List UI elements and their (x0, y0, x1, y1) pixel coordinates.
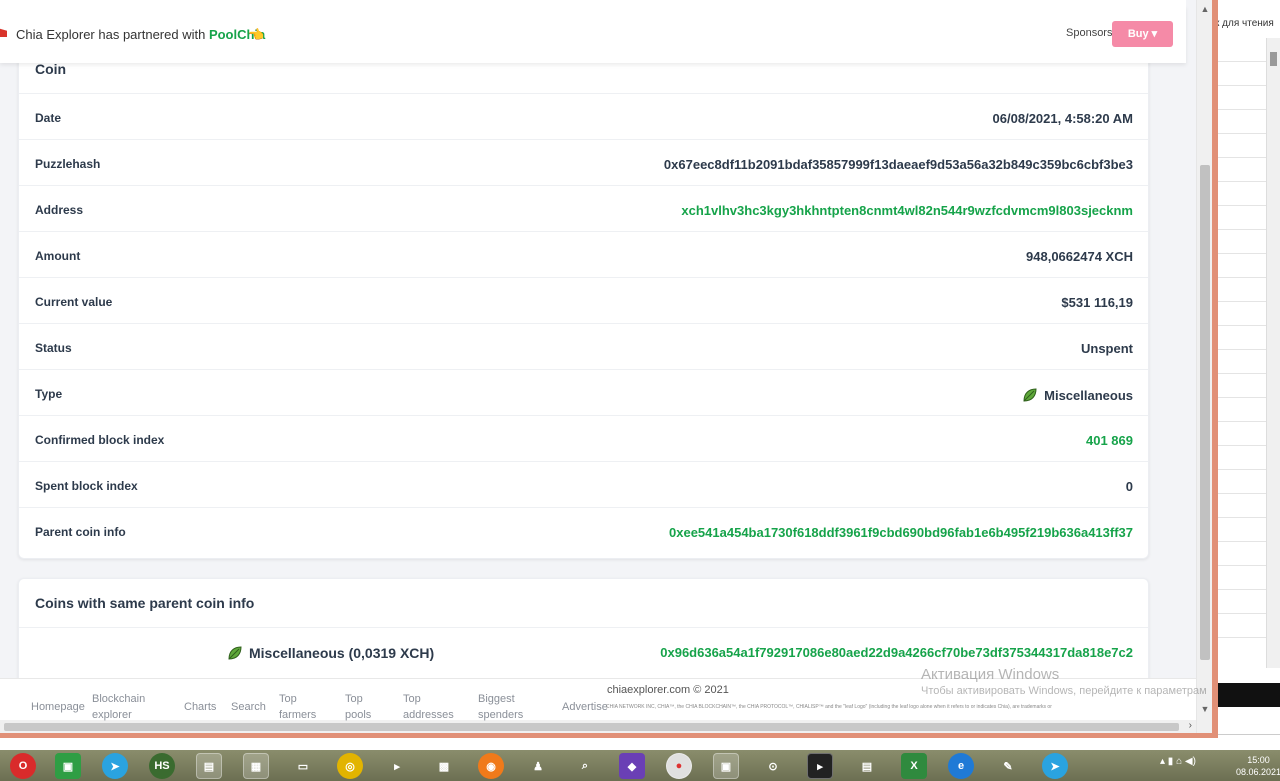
monitor-icon[interactable]: ▤ (854, 753, 880, 779)
footer-copyright: chiaexplorer.com © 2021 (607, 684, 729, 696)
row-label: Date (35, 111, 62, 125)
background-dark-bar (1212, 683, 1280, 707)
reading-mode-label: к для чтения (1213, 0, 1280, 38)
telegram-icon[interactable]: ➤ (1042, 753, 1068, 779)
cube-icon[interactable]: ◆ (619, 753, 645, 779)
chart-app-icon[interactable]: ▦ (243, 753, 269, 779)
row-label: Confirmed block index (35, 433, 165, 447)
background-scrollbar[interactable] (1266, 38, 1280, 668)
footer-link-top-addresses[interactable]: Top addresses (403, 691, 463, 723)
activation-title: Активация Windows (921, 666, 1060, 683)
system-tray[interactable]: ▴ ▮ ⌂ ◀) (1160, 756, 1196, 767)
clock-time: 15:00 (1247, 755, 1270, 765)
coin-card: Coin Date 06/08/2021, 4:58:20 AM Puzzleh… (18, 40, 1149, 559)
page-scrollbar[interactable]: ▲ ▼ (1196, 0, 1212, 733)
row-label: Type (35, 387, 63, 401)
parent-coin-link[interactable]: 0xee541a454ba1730f618ddf3961f9cbd690bd96… (669, 525, 1133, 540)
penguin-icon[interactable]: ♟ (525, 753, 551, 779)
address-link[interactable]: xch1vlhv3hc3kgy3hkhntpten8cnmt4wl82n544r… (681, 203, 1133, 218)
console-icon[interactable]: ▸ (807, 753, 833, 779)
row-label: Status (35, 341, 72, 355)
store-icon[interactable]: ▣ (55, 753, 81, 779)
footer-link-homepage[interactable]: Homepage (31, 699, 85, 715)
browser-window: Chia Explorer has partnered with PoolChi… (0, 0, 1218, 738)
row-label: Puzzlehash (35, 157, 101, 171)
clock-date: 08.06.2021 (1236, 767, 1280, 777)
coin-card-title: Coin (35, 61, 67, 77)
scroll-right-icon[interactable]: › (1189, 720, 1192, 731)
scroll-up-icon[interactable]: ▲ (1197, 4, 1212, 14)
partner-banner: Chia Explorer has partnered with PoolChi… (0, 0, 1186, 63)
row-type: Type Miscellaneous (19, 369, 1148, 415)
row-amount: Amount 948,0662474 XCH (19, 231, 1148, 277)
type-value: Miscellaneous (1044, 388, 1133, 403)
leaf-icon (228, 646, 242, 660)
taskbar-clock[interactable]: 15:00 08.06.2021 (1236, 754, 1280, 778)
footer-link-blockchain-explorer[interactable]: Blockchain explorer (92, 691, 156, 723)
window-app-icon[interactable]: ▭ (290, 753, 316, 779)
magnifier-icon[interactable]: ⊙ (760, 753, 786, 779)
horizontal-scrollbar-thumb[interactable] (4, 723, 1179, 731)
row-address: Address xch1vlhv3hc3kgy3hkhntpten8cnmt4w… (19, 185, 1148, 231)
footer-link-biggest-spenders[interactable]: Biggest spenders (478, 691, 534, 723)
same-parent-title: Coins with same parent coin info (35, 595, 255, 611)
pointing-hand-icon: 👈 (248, 27, 265, 42)
row-spent-block: Spent block index 0 (19, 461, 1148, 507)
row-confirmed-block: Confirmed block index 401 869 (19, 415, 1148, 461)
current-value-value: $531 116,19 (1061, 295, 1133, 310)
flag-icon (0, 28, 7, 37)
row-label: Address (35, 203, 84, 217)
status-value: Unspent (1081, 341, 1133, 356)
footer-legal: CHIA NETWORK INC, CHIA™, the CHIA BLOCKC… (606, 704, 1052, 710)
save-disk-icon[interactable]: ▤ (196, 753, 222, 779)
windows-activation-watermark: Активация Windows Чтобы активировать Win… (921, 666, 1207, 697)
row-puzzlehash: Puzzlehash 0x67eec8df11b2091bdaf35857999… (19, 139, 1148, 185)
network-app-icon[interactable]: ▩ (431, 753, 457, 779)
excel-icon[interactable]: X (901, 753, 927, 779)
search-app-icon[interactable]: ⌕ (572, 753, 598, 779)
scrollbar-thumb[interactable] (1200, 165, 1210, 660)
firefox-icon[interactable]: ◉ (478, 753, 504, 779)
footer-link-advertise[interactable]: Advertise (562, 699, 608, 715)
banner-text: Chia Explorer has partnered with (16, 27, 209, 42)
sync-icon[interactable]: ◎ (337, 753, 363, 779)
telegram-icon[interactable]: ➤ (102, 753, 128, 779)
row-status: Status Unspent (19, 323, 1148, 369)
confirmed-block-link[interactable]: 401 869 (1086, 433, 1133, 448)
chrome-icon[interactable]: ● (666, 753, 692, 779)
hs-icon[interactable]: HS (149, 753, 175, 779)
row-label: Current value (35, 295, 113, 309)
sponsors-label: Sponsors: (1066, 27, 1116, 39)
row-label: Amount (35, 249, 81, 263)
tools-icon[interactable]: ✎ (995, 753, 1021, 779)
row-parent-coin: Parent coin info 0xee541a454ba1730f618dd… (19, 507, 1148, 553)
terminal-icon[interactable]: ▸ (384, 753, 410, 779)
puzzlehash-value: 0x67eec8df11b2091bdaf35857999f13daeaef9d… (663, 157, 1133, 172)
spent-block-value: 0 (1125, 479, 1133, 494)
footer-link-charts[interactable]: Charts (184, 699, 216, 715)
footer-link-top-pools[interactable]: Top pools (345, 691, 381, 723)
footer-link-search[interactable]: Search (231, 699, 266, 715)
date-value: 06/08/2021, 4:58:20 AM (992, 111, 1133, 126)
scroll-down-icon[interactable]: ▼ (1197, 704, 1212, 714)
activation-subtitle: Чтобы активировать Windows, перейдите к … (921, 685, 1207, 697)
sibling-coin-link[interactable]: 0x96d636a54a1f792917086e80aed22d9a4266cf… (660, 645, 1133, 660)
row-date: Date 06/08/2021, 4:58:20 AM (19, 93, 1148, 139)
windows-taskbar: O ▣ ➤ HS ▤ ▦ ▭ ◎ ▸ ▩ ◉ ♟ ⌕ ◆ ● ▣ ⊙ ▸ ▤ X… (0, 750, 1280, 781)
leaf-icon (1023, 388, 1037, 402)
row-label: Spent block index (35, 479, 138, 493)
footer-link-top-farmers[interactable]: Top farmers (279, 691, 327, 723)
sibling-coin-type: Miscellaneous (0,0319 XCH) (249, 645, 435, 661)
row-label: Parent coin info (35, 525, 126, 539)
opera-icon[interactable]: O (10, 753, 36, 779)
buy-button[interactable]: Buy ▾ (1112, 21, 1173, 47)
amount-value: 948,0662474 XCH (1026, 249, 1133, 264)
edge-icon[interactable]: e (948, 753, 974, 779)
row-current-value: Current value $531 116,19 (19, 277, 1148, 323)
horizontal-scrollbar[interactable]: › (0, 719, 1196, 733)
remote-desktop-icon[interactable]: ▣ (713, 753, 739, 779)
